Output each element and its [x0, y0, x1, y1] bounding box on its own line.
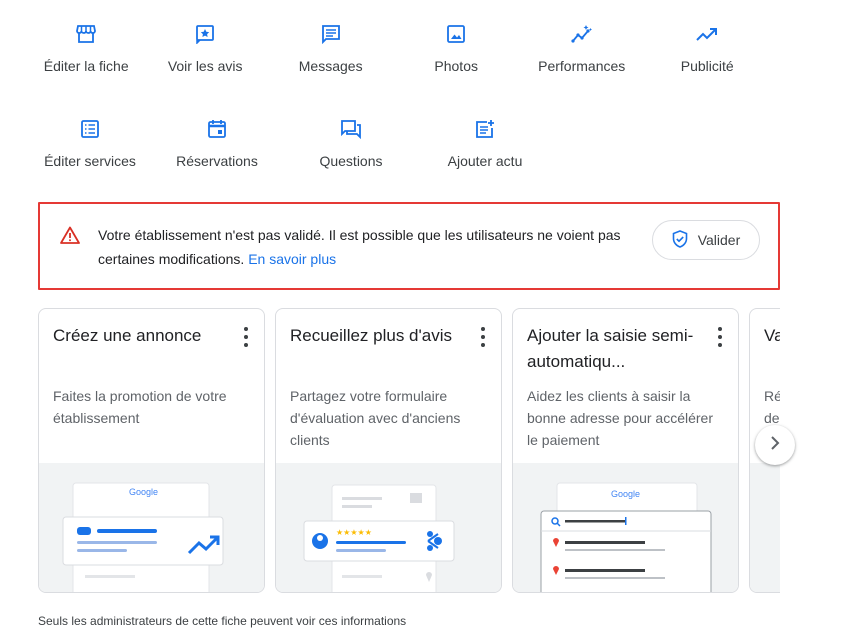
calendar-icon [205, 117, 229, 141]
stars-text: ★★★★★ [336, 528, 372, 537]
learn-more-link[interactable]: En savoir plus [248, 251, 336, 267]
google-wordmark: Google [611, 489, 640, 499]
carousel-next-button[interactable] [755, 425, 795, 465]
verification-alert: Votre établissement n'est pas validé. Il… [38, 202, 780, 290]
card-description: Aidez les clients à saisir la bonne adre… [527, 388, 714, 448]
questions-label: Questions [319, 153, 383, 169]
card-description: Partagez votre formulaire d'évaluation a… [290, 388, 461, 448]
performance-label: Performances [538, 58, 626, 74]
message-icon [319, 22, 343, 46]
performance-button[interactable]: Performances [519, 20, 645, 115]
post-add-icon [473, 117, 497, 141]
verify-button[interactable]: Valider [652, 220, 760, 260]
read-reviews-label: Voir les avis [167, 58, 243, 74]
add-update-label: Ajouter actu [447, 153, 523, 169]
card-description: Ré de [764, 388, 780, 426]
edit-services-button[interactable]: Éditer services [30, 115, 150, 210]
star-review-icon [193, 22, 217, 46]
card-title: Ajouter la saisie semi-automatiqu... [527, 326, 694, 371]
advertise-button[interactable]: Publicité [644, 20, 770, 115]
autocomplete-illustration: Google [513, 463, 738, 592]
questions-button[interactable]: Questions [284, 115, 418, 210]
ad-illustration: Google [39, 463, 264, 592]
bookings-label: Réservations [176, 153, 258, 169]
card-create-ad[interactable]: Créez une annonce Faites la promotion de… [38, 308, 265, 593]
alert-text: Votre établissement n'est pas validé. Il… [98, 227, 621, 267]
photos-button[interactable]: Photos [393, 20, 519, 115]
chevron-right-icon [770, 435, 780, 455]
quick-actions-row-1: Éditer la fiche Voir les avis Messages P… [30, 20, 770, 115]
quick-actions-row-2: Éditer services Réservations Questions A… [30, 115, 770, 210]
messages-label: Messages [298, 58, 363, 74]
photo-icon [444, 22, 468, 46]
card-illustration [750, 463, 780, 592]
insights-icon [570, 22, 594, 46]
verify-button-label: Valider [697, 232, 741, 248]
google-wordmark: Google [129, 487, 158, 497]
photos-label: Photos [434, 58, 478, 74]
list-icon [78, 117, 102, 141]
card-title: Créez une annonce [53, 326, 202, 345]
suggestion-carousel: Créez une annonce Faites la promotion de… [38, 308, 780, 593]
card-description: Faites la promotion de votre établisseme… [53, 388, 227, 426]
messages-button[interactable]: Messages [268, 20, 394, 115]
card-collect-reviews[interactable]: Recueillez plus d'avis Partagez votre fo… [275, 308, 502, 593]
more-vert-icon[interactable] [477, 327, 489, 347]
advertise-label: Publicité [680, 58, 734, 74]
add-update-button[interactable]: Ajouter actu [418, 115, 552, 210]
quick-actions: Éditer la fiche Voir les avis Messages P… [30, 20, 770, 210]
more-vert-icon[interactable] [240, 327, 252, 347]
warning-icon [60, 226, 80, 244]
card-autocomplete[interactable]: Ajouter la saisie semi-automatiqu... Aid… [512, 308, 739, 593]
edit-profile-button[interactable]: Éditer la fiche [30, 20, 142, 115]
edit-profile-label: Éditer la fiche [43, 58, 129, 74]
bookings-button[interactable]: Réservations [150, 115, 284, 210]
shield-check-icon [672, 229, 688, 251]
more-vert-icon[interactable] [714, 327, 726, 347]
card-title: Va [764, 326, 780, 345]
question-answer-icon [339, 117, 363, 141]
card-title: Recueillez plus d'avis [290, 326, 452, 345]
storefront-icon [74, 22, 98, 46]
reviews-illustration: ★★★★★ [276, 463, 501, 592]
admin-visibility-note: Seuls les administrateurs de cette fiche… [38, 614, 407, 628]
read-reviews-button[interactable]: Voir les avis [142, 20, 268, 115]
edit-services-label: Éditer services [44, 153, 136, 169]
trending-up-icon [695, 22, 719, 46]
alert-message: Votre établissement n'est pas validé. Il… [98, 223, 638, 271]
